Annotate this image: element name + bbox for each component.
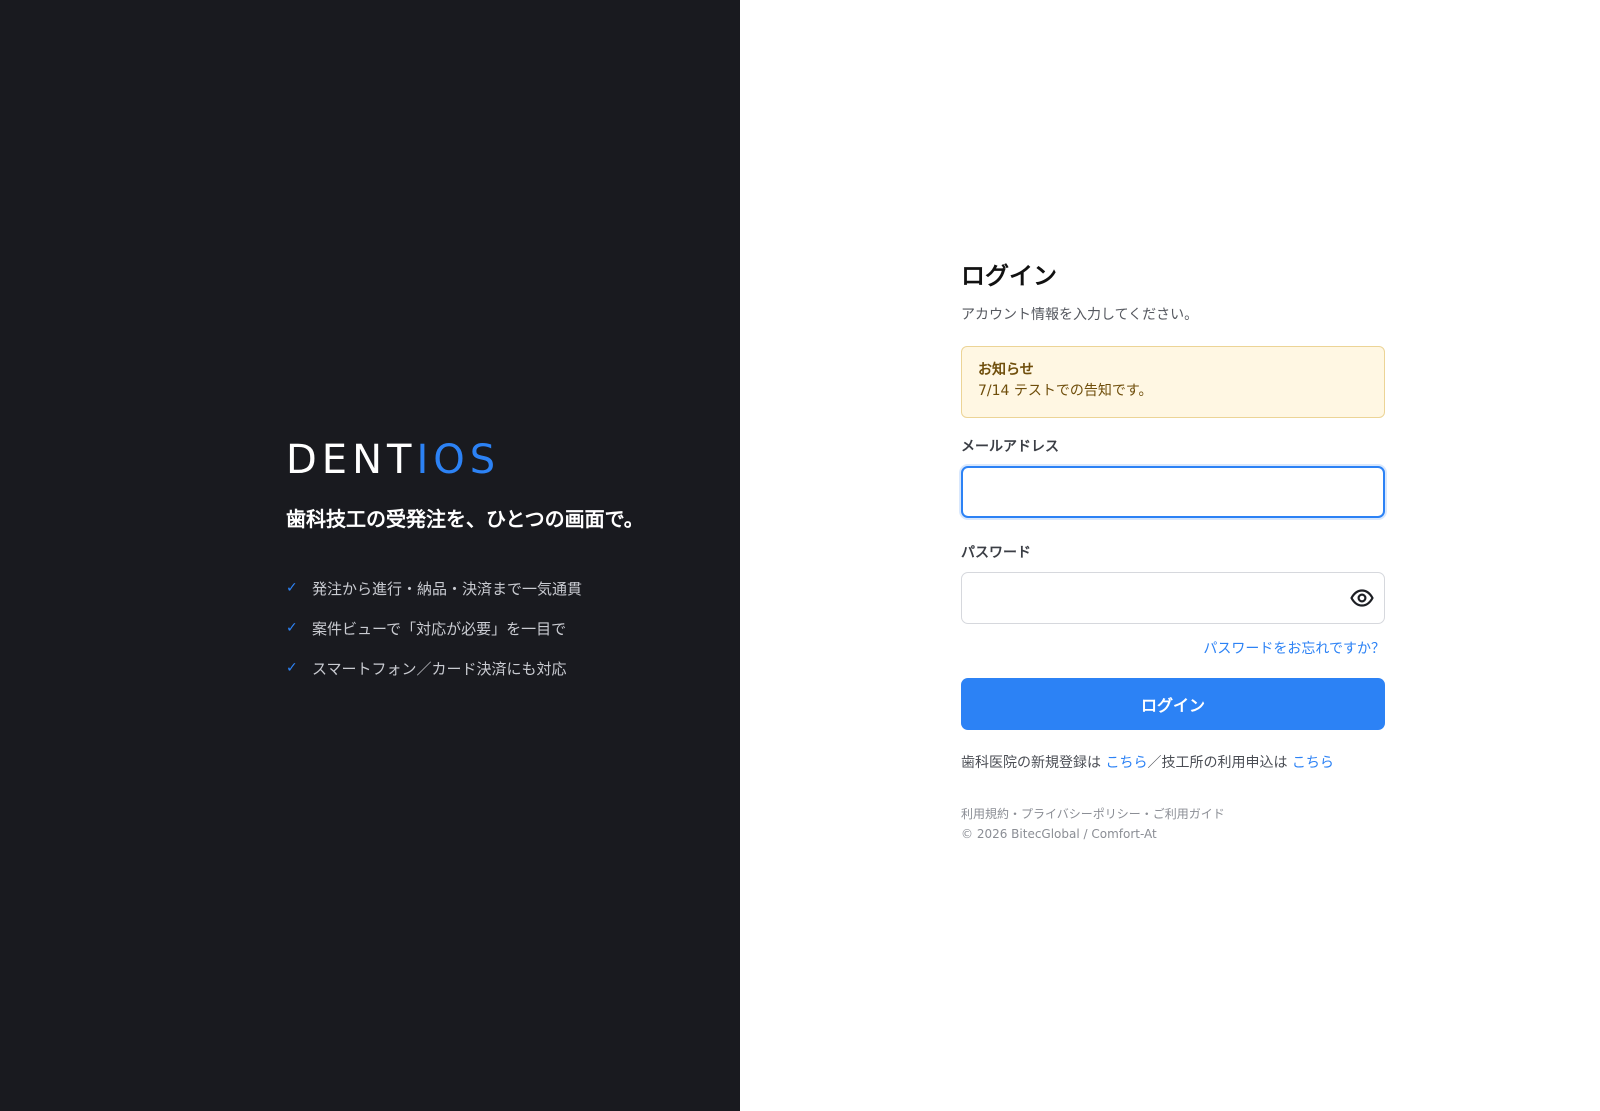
eye-icon-svg	[1350, 589, 1374, 607]
feature-text: 発注から進行・納品・決済まで一気通貫	[312, 579, 583, 598]
forgot-password-row: パスワードをお忘れですか？	[961, 638, 1385, 658]
forgot-password-link[interactable]: パスワードをお忘れですか？	[1203, 641, 1385, 657]
register-row: 歯科医院の新規登録は こちら／技工所の利用申込は こちら	[961, 752, 1385, 772]
lab-apply-text: ／技工所の利用申込は	[1147, 755, 1288, 771]
notice-body: 7/14 テストでの告知です。	[978, 383, 1153, 399]
check-icon: ✓	[286, 620, 298, 636]
logo: DENTIOS	[286, 436, 726, 484]
eye-icon[interactable]	[1349, 585, 1375, 611]
password-field[interactable]	[961, 572, 1385, 624]
feature-item: ✓ スマートフォン／カード決済にも対応	[286, 648, 726, 688]
page-subtitle: アカウント情報を入力してください。	[961, 307, 1199, 323]
email-field[interactable]	[961, 466, 1385, 518]
notice-banner: お知らせ 7/14 テストでの告知です。	[961, 346, 1385, 418]
login-page: DENTIOS 歯科技工の受発注を、ひとつの画面で。 ✓ 発注から進行・納品・決…	[0, 0, 1600, 1111]
logo-text-ios: IOS	[416, 437, 501, 483]
footer-links: 利用規約・プライバシーポリシー・ご利用ガイド	[961, 807, 1225, 821]
brand-block: DENTIOS 歯科技工の受発注を、ひとつの画面で。 ✓ 発注から進行・納品・決…	[286, 436, 726, 688]
logo-text-dent: DENT	[286, 437, 417, 483]
check-icon: ✓	[286, 580, 298, 596]
login-button[interactable]: ログイン	[961, 678, 1385, 730]
check-icon: ✓	[286, 660, 298, 676]
email-field-wrap	[961, 466, 1385, 518]
tagline: 歯科技工の受発注を、ひとつの画面で。	[286, 507, 644, 531]
page-title: ログイン	[961, 262, 1057, 290]
clinic-register-link[interactable]: こちら	[1105, 755, 1147, 771]
password-label: パスワード	[961, 545, 1031, 561]
feature-item: ✓ 発注から進行・納品・決済まで一気通貫	[286, 568, 726, 608]
feature-text: スマートフォン／カード決済にも対応	[312, 659, 567, 678]
footer: 利用規約・プライバシーポリシー・ご利用ガイド © 2026 BitecGloba…	[961, 804, 1385, 844]
feature-text: 案件ビューで「対応が必要」を一目で	[312, 619, 567, 638]
password-field-wrap	[961, 572, 1385, 624]
email-label: メールアドレス	[961, 439, 1059, 455]
brand-panel: DENTIOS 歯科技工の受発注を、ひとつの画面で。 ✓ 発注から進行・納品・決…	[0, 0, 740, 1111]
feature-list: ✓ 発注から進行・納品・決済まで一気通貫 ✓ 案件ビューで「対応が必要」を一目で…	[286, 568, 726, 688]
login-panel: ログイン アカウント情報を入力してください。 お知らせ 7/14 テストでの告知…	[740, 0, 1600, 1111]
notice-title: お知らせ	[978, 362, 1034, 378]
clinic-register-text: 歯科医院の新規登録は	[961, 755, 1101, 771]
feature-item: ✓ 案件ビューで「対応が必要」を一目で	[286, 608, 726, 648]
copyright: © 2026 BitecGlobal / Comfort-At	[961, 827, 1157, 841]
login-form: ログイン アカウント情報を入力してください。 お知らせ 7/14 テストでの告知…	[961, 260, 1385, 844]
lab-apply-link[interactable]: こちら	[1292, 755, 1334, 771]
